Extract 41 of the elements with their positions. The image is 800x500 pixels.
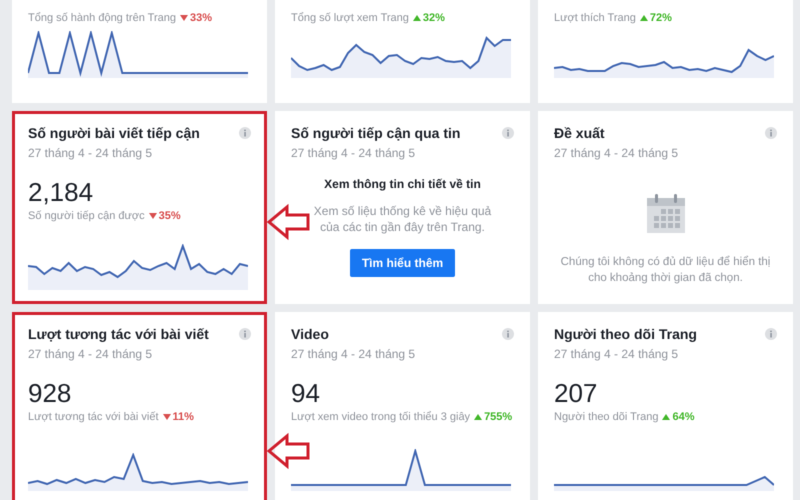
date-range: 27 tháng 4 - 24 tháng 5	[291, 347, 416, 361]
metric-value: 2,184	[28, 177, 94, 207]
change-percent: 33%	[190, 12, 212, 24]
card-title: Video	[291, 326, 329, 342]
date-range: 27 tháng 4 - 24 tháng 5	[28, 347, 154, 361]
info-icon[interactable]	[765, 127, 777, 139]
change-percent: 64%	[672, 411, 694, 423]
metric-value: 928	[28, 378, 72, 408]
info-icon[interactable]	[502, 127, 514, 139]
metric-label: Lượt tương tác với bài viết	[28, 411, 159, 423]
date-range: 27 tháng 4 - 24 tháng 5	[28, 146, 154, 160]
card-title: Người theo dõi Trang	[554, 326, 697, 342]
metric-label: Tổng số lượt xem Trang	[291, 12, 409, 24]
metric-label: Người theo dõi Trang	[554, 411, 658, 423]
metric-label: Số người tiếp cận được	[28, 210, 145, 222]
empty-message: Chúng tôi không có đủ dữ liệu để hiển thị cho khoảng thời gian đã chọn.	[560, 254, 772, 286]
change-percent: 755%	[484, 411, 512, 423]
change-percent: 72%	[650, 12, 672, 24]
info-icon[interactable]	[502, 328, 514, 340]
metric-value: 207	[554, 378, 598, 408]
change-percent: 11%	[172, 411, 194, 423]
promo-text: Xem số liệu thống kê về hiệu quả của các tin gần đây trên Trang.	[312, 203, 492, 235]
card-title: Số người bài viết tiếp cận	[28, 125, 200, 141]
metric-value: 94	[291, 378, 321, 408]
info-icon[interactable]	[765, 328, 777, 340]
card-title: Số người tiếp cận qua tin	[291, 125, 460, 141]
info-icon[interactable]	[239, 328, 251, 340]
info-icon[interactable]	[239, 127, 251, 139]
change-percent: 32%	[422, 12, 445, 24]
card-title: Đề xuất	[554, 125, 605, 141]
calendar-icon	[646, 194, 686, 234]
metric-label: Lượt thích Trang	[554, 12, 636, 24]
date-range: 27 tháng 4 - 24 tháng 5	[554, 347, 680, 361]
metric-label: Lượt xem video trong tối thiểu 3 giây	[291, 411, 470, 423]
learn-more-button[interactable]: Tìm hiểu thêm	[350, 249, 456, 277]
date-range: 27 tháng 4 - 24 tháng 5	[291, 146, 416, 160]
metric-label: Tổng số hành động trên Trang	[28, 12, 176, 24]
date-range: 27 tháng 4 - 24 tháng 5	[554, 146, 680, 160]
card-title: Lượt tương tác với bài viết	[28, 326, 209, 342]
promo-heading: Xem thông tin chi tiết về tin	[324, 177, 481, 191]
change-percent: 35%	[158, 210, 181, 222]
